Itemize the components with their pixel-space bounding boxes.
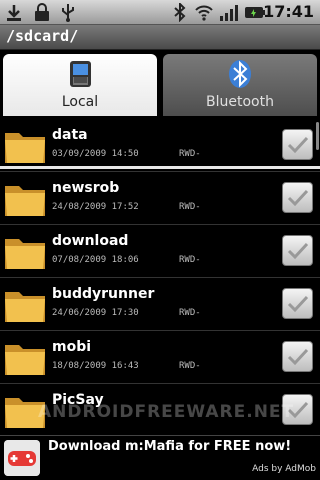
file-name: download <box>52 233 129 249</box>
file-date: 07/08/2009 18:06 <box>52 255 139 265</box>
bluetooth-icon <box>174 3 186 22</box>
check-icon <box>287 136 309 154</box>
file-list[interactable]: data 03/09/2009 14:50 RWD- newsrob 24/08… <box>0 119 320 435</box>
file-name: data <box>52 127 88 143</box>
select-checkbox[interactable] <box>282 182 313 213</box>
file-name: buddyrunner <box>52 286 155 302</box>
wifi-icon <box>195 5 213 21</box>
gamepad-icon <box>4 440 40 476</box>
check-icon <box>287 242 309 260</box>
check-icon <box>287 348 309 366</box>
tab-local[interactable]: Local <box>3 54 157 116</box>
file-date: 24/08/2009 17:52 <box>52 202 139 212</box>
download-icon <box>7 5 21 21</box>
file-permissions: RWD- <box>179 308 201 318</box>
current-path: /sdcard/ <box>6 27 79 45</box>
file-date: 18/08/2009 16:43 <box>52 361 139 371</box>
file-permissions: RWD- <box>179 149 201 159</box>
list-item[interactable]: buddyrunner 24/06/2009 17:30 RWD- <box>0 278 320 331</box>
phone-icon <box>70 61 91 87</box>
tab-local-label: Local <box>61 94 99 110</box>
check-icon <box>287 189 309 207</box>
folder-icon <box>5 345 45 375</box>
ad-banner[interactable]: Download m:Mafia for FREE now! Ads by Ad… <box>0 435 320 480</box>
select-checkbox[interactable] <box>282 288 313 319</box>
status-bar: 17:41 <box>0 0 320 25</box>
scrollbar-thumb[interactable] <box>316 122 319 150</box>
folder-icon <box>5 186 45 216</box>
clock: 17:41 <box>263 2 314 21</box>
ad-credit: Ads by AdMob <box>252 464 316 474</box>
file-permissions: RWD- <box>179 361 201 371</box>
file-date: 03/09/2009 14:50 <box>52 149 139 159</box>
ad-text[interactable]: Download m:Mafia for FREE now! <box>48 439 291 454</box>
check-icon <box>287 295 309 313</box>
path-bar: /sdcard/ <box>0 25 320 50</box>
usb-icon <box>62 4 74 22</box>
watermark: ANDROIDFREEWARE.NET <box>38 402 295 422</box>
file-name: mobi <box>52 339 92 355</box>
folder-icon <box>5 239 45 269</box>
signal-icon <box>220 5 238 21</box>
list-item[interactable]: newsrob 24/08/2009 17:52 RWD- <box>0 172 320 225</box>
tab-bluetooth-label: Bluetooth <box>206 94 274 110</box>
select-checkbox[interactable] <box>282 129 313 160</box>
list-item[interactable]: data 03/09/2009 14:50 RWD- <box>0 119 320 172</box>
file-permissions: RWD- <box>179 255 201 265</box>
select-checkbox[interactable] <box>282 235 313 266</box>
folder-icon <box>5 292 45 322</box>
file-date: 24/06/2009 17:30 <box>52 308 139 318</box>
select-checkbox[interactable] <box>282 341 313 372</box>
tab-bluetooth[interactable]: Bluetooth <box>163 54 317 116</box>
tab-bar: Local Bluetooth <box>0 50 320 169</box>
file-name: newsrob <box>52 180 120 196</box>
bluetooth-icon <box>229 60 251 88</box>
file-permissions: RWD- <box>179 202 201 212</box>
folder-icon <box>5 133 45 163</box>
lock-icon <box>35 3 49 21</box>
list-item[interactable]: download 07/08/2009 18:06 RWD- <box>0 225 320 278</box>
list-item[interactable]: mobi 18/08/2009 16:43 RWD- <box>0 331 320 384</box>
